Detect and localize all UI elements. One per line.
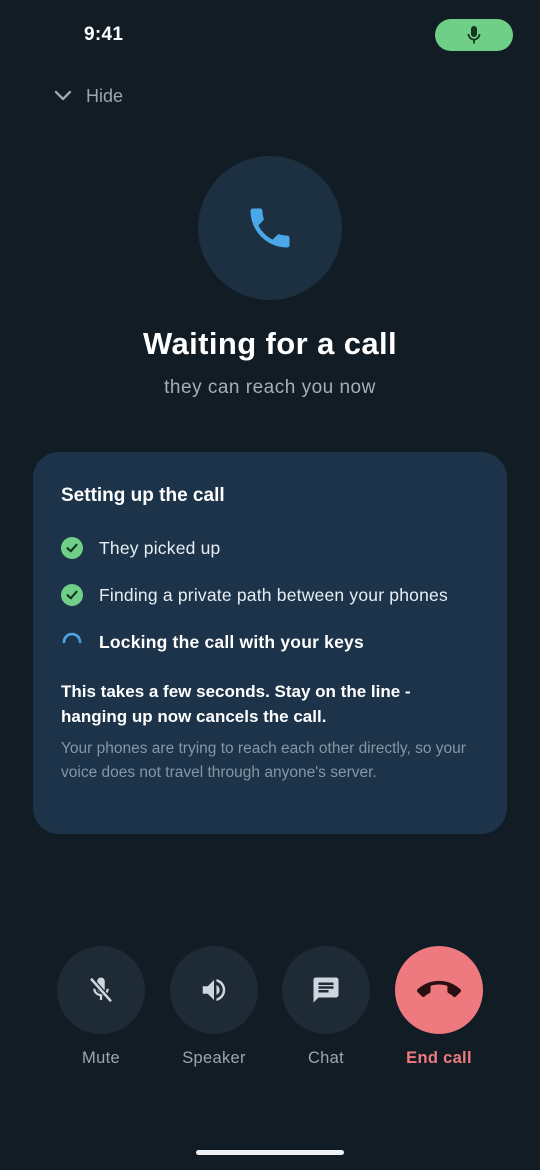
setup-progress-card: Setting up the call They picked up Findi…	[33, 452, 507, 834]
mute-button[interactable]	[57, 946, 145, 1034]
hide-button[interactable]: Hide	[52, 80, 123, 112]
mic-off-icon	[89, 977, 113, 1003]
chat-label: Chat	[307, 1049, 345, 1067]
hide-label: Hide	[86, 85, 124, 106]
setup-warning-text: This takes a few seconds. Stay on the li…	[61, 682, 411, 726]
setup-step-locking-keys: Locking the call with your keys	[61, 629, 364, 655]
setup-step-finding-path: Finding a private path between your phon…	[61, 582, 448, 608]
phone-icon	[250, 208, 290, 248]
end-call-label: End call	[406, 1049, 472, 1067]
setup-step-label: Locking the call with your keys	[99, 631, 364, 652]
status-time: 9:41	[84, 24, 124, 45]
setup-card-title: Setting up the call	[61, 485, 225, 506]
mic-icon	[467, 26, 481, 44]
check-circle-icon	[61, 537, 83, 559]
spinner-icon	[61, 631, 83, 653]
status-bar: 9:41	[0, 0, 540, 70]
setup-step-label: They picked up	[99, 537, 221, 558]
speaker-control: Speaker	[169, 946, 259, 1068]
setup-explanation-text: Your phones are trying to reach each oth…	[61, 740, 466, 781]
speaker-label: Speaker	[182, 1049, 246, 1067]
setup-step-picked-up: They picked up	[61, 535, 220, 561]
setup-step-label: Finding a private path between your phon…	[99, 584, 448, 605]
call-avatar	[198, 156, 342, 300]
chevron-down-icon	[54, 90, 72, 101]
mute-control: Mute	[56, 946, 146, 1068]
volume-icon	[202, 979, 226, 1001]
home-indicator[interactable]	[196, 1150, 344, 1155]
mic-active-indicator[interactable]	[435, 19, 513, 51]
call-status-title: Waiting for a call	[142, 326, 398, 361]
check-circle-icon	[61, 584, 83, 606]
mute-label: Mute	[82, 1049, 120, 1067]
phone-hangup-icon	[417, 980, 461, 998]
call-controls: Mute Speaker Chat End call	[0, 946, 540, 1076]
chat-bubble-icon	[313, 977, 339, 1003]
chat-button[interactable]	[282, 946, 370, 1034]
speaker-button[interactable]	[170, 946, 258, 1034]
chat-control: Chat	[281, 946, 371, 1068]
end-call-control: End call	[394, 946, 484, 1068]
call-status-subtitle: they can reach you now	[164, 377, 376, 398]
end-call-button[interactable]	[395, 946, 483, 1034]
